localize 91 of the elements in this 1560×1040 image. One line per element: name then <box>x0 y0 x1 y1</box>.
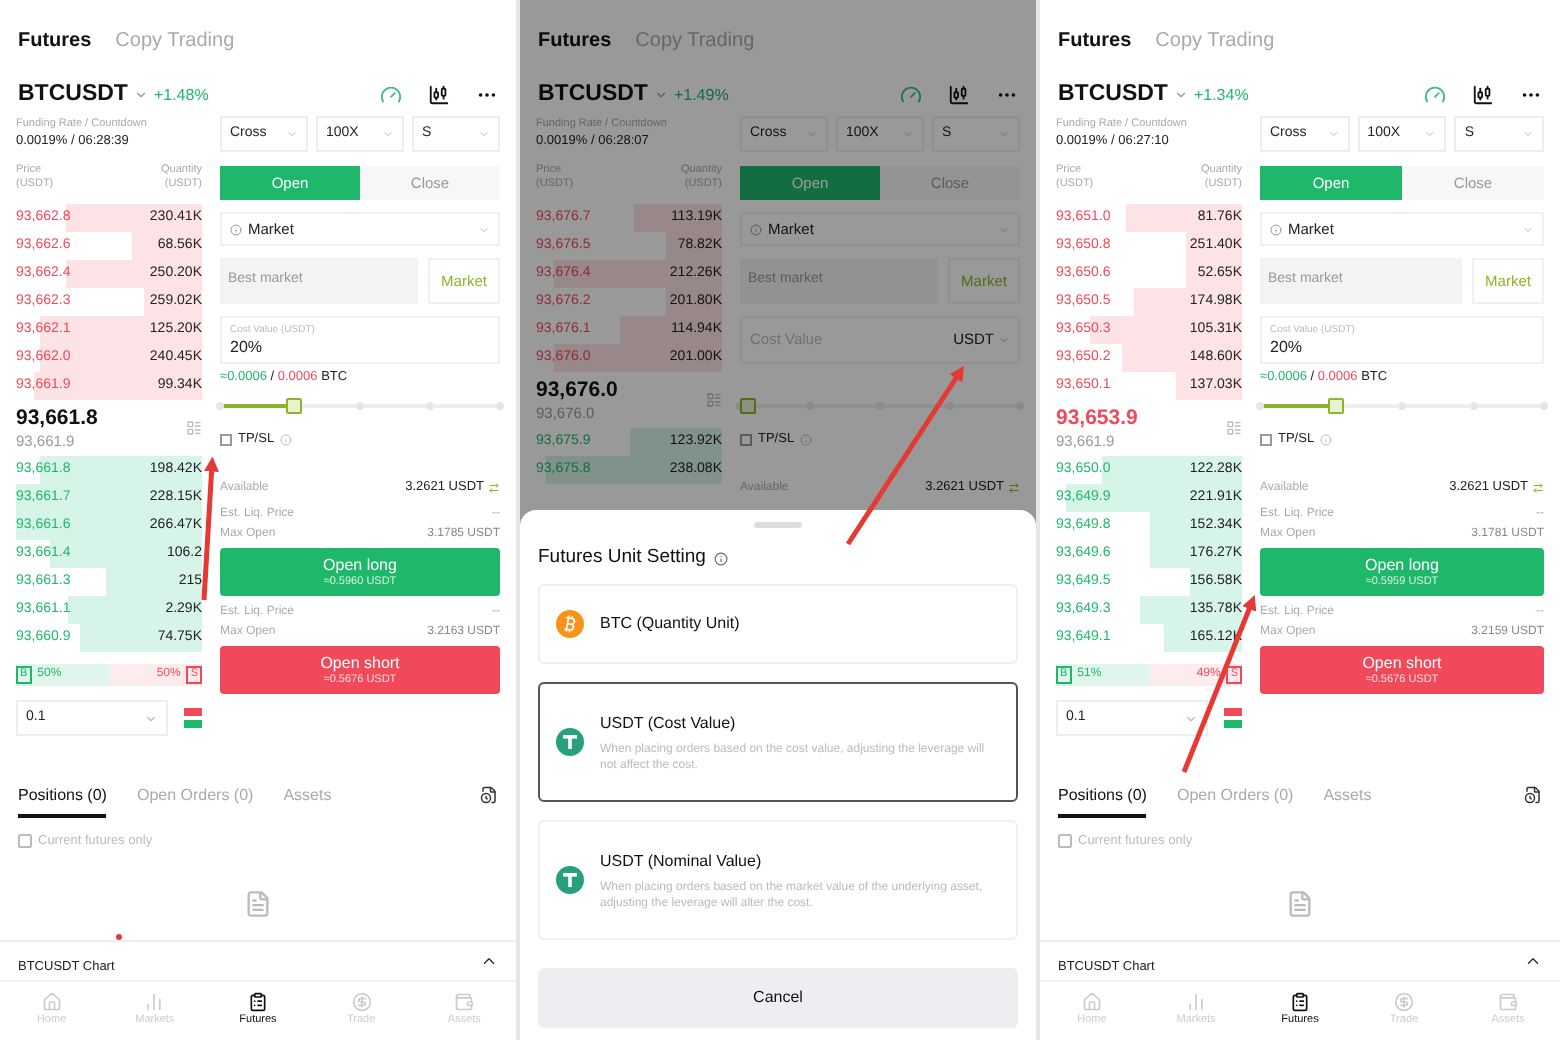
current-only-checkbox[interactable] <box>1058 834 1072 849</box>
empty-document-icon <box>242 889 274 918</box>
expand-icon[interactable] <box>1524 952 1542 970</box>
bar-chart-icon <box>144 992 165 1013</box>
layout-icon[interactable] <box>186 420 202 436</box>
gauge-icon[interactable] <box>380 84 402 106</box>
positions-tab[interactable]: Positions (0) <box>1058 783 1147 817</box>
slider-thumb[interactable] <box>286 398 302 414</box>
candlestick-icon[interactable] <box>428 84 450 106</box>
caret-icon <box>1184 711 1198 725</box>
info-icon <box>230 223 242 235</box>
caret-icon <box>1173 88 1188 102</box>
caret-icon <box>382 128 394 140</box>
clipboard-icon <box>1290 992 1310 1013</box>
last-price: 93,661.8 <box>16 405 98 431</box>
last-price: 93,676.0 <box>536 377 618 403</box>
slider-thumb[interactable] <box>740 398 756 414</box>
wallet-icon <box>454 992 475 1013</box>
caret-icon <box>653 88 668 102</box>
bitcoin-icon <box>556 610 584 639</box>
slider-track[interactable] <box>220 396 500 416</box>
current-only-checkbox[interactable] <box>18 834 32 849</box>
home-icon <box>1082 992 1102 1013</box>
option-title: USDT (Nominal Value) <box>600 849 764 874</box>
clipboard-icon <box>247 992 268 1013</box>
slider-track[interactable] <box>1260 396 1544 416</box>
tether-icon <box>556 866 584 895</box>
info-icon <box>1270 223 1282 235</box>
price-change: +1.34% <box>1193 83 1249 107</box>
price-change: +1.49% <box>673 83 729 107</box>
empty-document-icon <box>1284 889 1316 918</box>
gauge-icon[interactable] <box>1424 84 1446 106</box>
caret-icon <box>1327 128 1340 140</box>
top-tab[interactable]: Futures <box>1058 26 1132 56</box>
amount-value: 20% <box>230 337 265 357</box>
caret-icon <box>133 88 148 102</box>
coin-icon <box>1394 992 1414 1013</box>
slider-track[interactable] <box>740 396 1020 416</box>
layout-icon[interactable] <box>706 392 722 408</box>
transfer-icon[interactable] <box>1532 482 1544 494</box>
tpsl-checkbox[interactable] <box>1260 434 1272 446</box>
option-title: BTC (Quantity Unit) <box>600 612 740 637</box>
candlestick-icon[interactable] <box>1472 84 1494 106</box>
last-price: 93,653.9 <box>1056 405 1138 431</box>
info-icon <box>713 551 728 566</box>
button-label: Open long <box>1365 555 1439 574</box>
top-tab[interactable]: Futures <box>18 26 92 56</box>
unit-option[interactable]: BTC (Quantity Unit) <box>538 584 1018 665</box>
price-change: +1.48% <box>153 83 209 107</box>
symbol-name[interactable]: BTCUSDT <box>1058 77 1168 113</box>
caret-icon <box>1522 223 1534 235</box>
button-label: Open short <box>1362 653 1442 672</box>
history-icon[interactable] <box>1524 785 1542 803</box>
tpsl-checkbox[interactable] <box>740 434 752 446</box>
amount-value: 20% <box>1270 337 1305 357</box>
symbol-name[interactable]: BTCUSDT <box>18 77 128 113</box>
transfer-icon[interactable] <box>488 482 500 494</box>
home-icon <box>41 992 62 1013</box>
order-book-view-icon[interactable] <box>1224 708 1242 728</box>
info-icon <box>1320 434 1333 446</box>
symbol-name[interactable]: BTCUSDT <box>538 77 648 113</box>
bar-chart-icon <box>1186 992 1206 1013</box>
sheet-title: Futures Unit Setting <box>538 544 706 572</box>
cancel-button[interactable]: Cancel <box>538 968 1018 1029</box>
expand-icon[interactable] <box>480 952 498 970</box>
wallet-icon <box>1498 992 1518 1013</box>
info-icon <box>800 434 813 446</box>
tether-icon <box>556 728 584 757</box>
caret-icon <box>1522 128 1535 140</box>
option-title: USDT (Cost Value) <box>600 711 738 736</box>
coin-icon <box>351 992 372 1013</box>
tpsl-checkbox[interactable] <box>220 434 232 446</box>
transfer-icon[interactable] <box>1008 482 1020 494</box>
candlestick-icon[interactable] <box>948 84 970 106</box>
layout-icon[interactable] <box>1226 420 1242 436</box>
slider-thumb[interactable] <box>1327 398 1343 414</box>
positions-tab[interactable]: Positions (0) <box>18 783 107 817</box>
history-icon[interactable] <box>480 785 498 803</box>
caret-icon <box>998 334 1010 346</box>
info-icon <box>280 434 293 446</box>
top-tab[interactable]: Futures <box>538 26 612 56</box>
button-label: Open long <box>323 555 397 574</box>
caret-icon <box>1424 128 1437 140</box>
caret-icon <box>286 128 298 140</box>
info-icon <box>750 223 762 235</box>
caret-icon <box>144 711 158 725</box>
button-label: Open short <box>320 653 400 672</box>
order-book-view-icon[interactable] <box>184 708 202 728</box>
gauge-icon[interactable] <box>900 84 922 106</box>
caret-icon <box>478 223 490 235</box>
caret-icon <box>478 128 490 140</box>
